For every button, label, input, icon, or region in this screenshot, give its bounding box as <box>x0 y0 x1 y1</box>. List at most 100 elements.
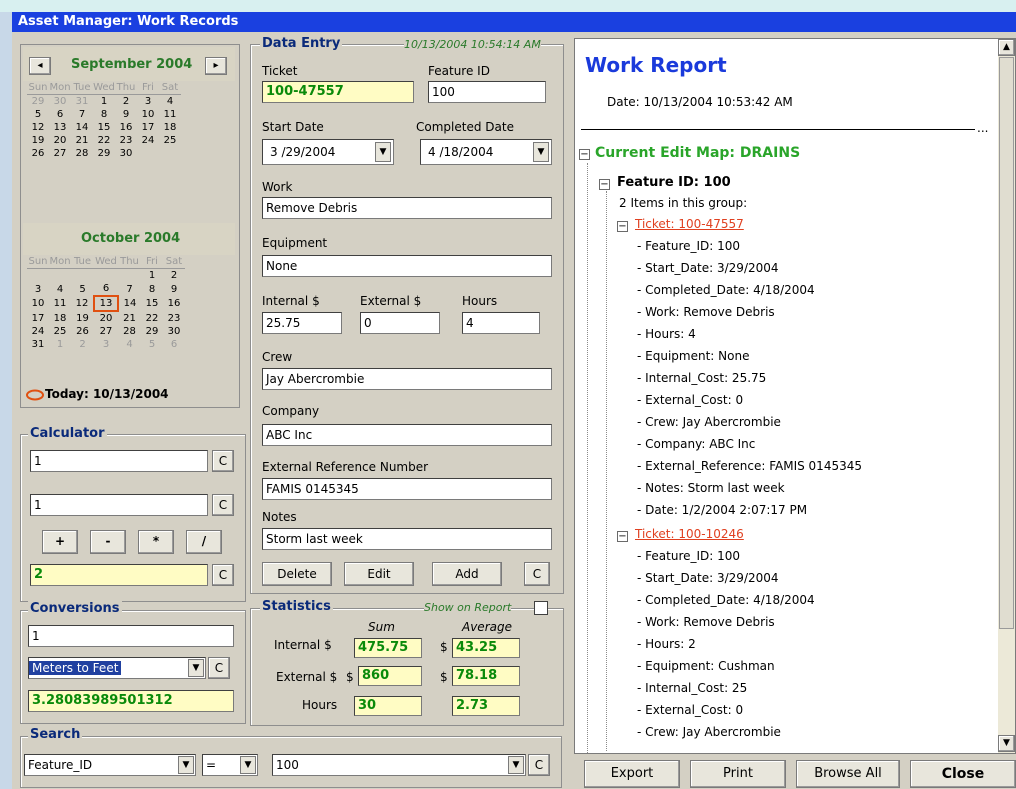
calendar-day[interactable]: 16 <box>115 121 137 134</box>
calendar-day[interactable]: 3 <box>137 95 159 109</box>
collapse-icon[interactable]: − <box>617 221 628 232</box>
calendar-day[interactable]: 17 <box>27 311 49 325</box>
export-button[interactable]: Export <box>584 760 680 788</box>
crew-field[interactable]: Jay Abercrombie <box>262 368 552 390</box>
add-operator-button[interactable]: + <box>42 530 78 554</box>
calendar-day[interactable]: 2 <box>115 95 137 109</box>
calculator-clear-2-button[interactable]: C <box>212 494 234 516</box>
calculator-clear-result-button[interactable]: C <box>212 564 234 586</box>
calendar-day[interactable]: 6 <box>163 338 185 351</box>
completed-date-picker[interactable]: 4 /18/2004 ▼ <box>420 139 552 165</box>
scroll-up-icon[interactable]: ▲ <box>998 39 1015 56</box>
feature-id-field[interactable]: 100 <box>428 81 546 103</box>
calendar-day[interactable]: 20 <box>94 311 118 325</box>
calendar-day[interactable]: 12 <box>71 296 94 311</box>
calendar-day[interactable]: 10 <box>137 108 159 121</box>
calendar-day[interactable]: 31 <box>27 338 49 351</box>
calendar-day[interactable]: 18 <box>159 121 181 134</box>
calendar-day[interactable]: 27 <box>49 147 71 160</box>
divide-operator-button[interactable]: / <box>186 530 222 554</box>
search-field-select[interactable]: Feature_ID ▼ <box>24 754 196 776</box>
calendar-day[interactable]: 8 <box>141 282 163 296</box>
calendar-day[interactable]: 12 <box>27 121 49 134</box>
data-entry-clear-button[interactable]: C <box>524 562 550 586</box>
calendar-day[interactable]: 1 <box>93 95 115 109</box>
calendar-day[interactable]: 21 <box>71 134 93 147</box>
multiply-operator-button[interactable]: * <box>138 530 174 554</box>
show-on-report-checkbox[interactable] <box>534 601 548 615</box>
calendar-day[interactable]: 19 <box>71 311 94 325</box>
calculator-field-1[interactable]: 1 <box>30 450 208 472</box>
search-clear-button[interactable]: C <box>528 754 550 776</box>
collapse-icon[interactable]: − <box>617 531 628 542</box>
calendar-day[interactable]: 1 <box>49 338 71 351</box>
calculator-field-2[interactable]: 1 <box>30 494 208 516</box>
equipment-field[interactable]: None <box>262 255 552 277</box>
calendar-day[interactable]: 29 <box>93 147 115 160</box>
calendar-day[interactable]: 3 <box>94 338 118 351</box>
internal-cost-field[interactable]: 25.75 <box>262 312 342 334</box>
calendar-day[interactable]: 1 <box>141 269 163 283</box>
conversion-type-select[interactable]: Meters to Feet ▼ <box>28 657 206 679</box>
chevron-down-icon[interactable]: ▼ <box>375 142 391 162</box>
calendar-day[interactable]: 20 <box>49 134 71 147</box>
calendar-day[interactable] <box>94 269 118 283</box>
conversion-input[interactable]: 1 <box>28 625 234 647</box>
calendar-day[interactable]: 9 <box>163 282 185 296</box>
hours-field[interactable]: 4 <box>462 312 540 334</box>
calculator-result[interactable]: 2 <box>30 564 208 586</box>
calendar-day[interactable]: 8 <box>93 108 115 121</box>
calendar-day[interactable]: 4 <box>49 282 71 296</box>
calendar-day[interactable]: 28 <box>71 147 93 160</box>
chevron-down-icon[interactable]: ▼ <box>188 659 204 677</box>
calendar-day[interactable]: 5 <box>141 338 163 351</box>
chevron-down-icon[interactable]: ▼ <box>178 756 194 774</box>
calendar-day[interactable]: 2 <box>163 269 185 283</box>
calendar-day[interactable]: 6 <box>94 282 118 296</box>
calendar-day[interactable]: 25 <box>159 134 181 147</box>
conversion-result[interactable]: 3.28083989501312 <box>28 690 234 712</box>
notes-field[interactable]: Storm last week <box>262 528 552 550</box>
calendar-day[interactable]: 28 <box>118 325 141 338</box>
calendar-day[interactable]: 30 <box>163 325 185 338</box>
calendar-day[interactable]: 9 <box>115 108 137 121</box>
print-button[interactable]: Print <box>690 760 786 788</box>
calendar-day[interactable]: 19 <box>27 134 49 147</box>
calendar-day[interactable]: 4 <box>159 95 181 109</box>
report-scrollbar[interactable]: ▲ ▼ <box>998 39 1015 753</box>
work-field[interactable]: Remove Debris <box>262 197 552 219</box>
calendar-day[interactable] <box>118 269 141 283</box>
calendar-day[interactable]: 30 <box>49 95 71 109</box>
calendar-day[interactable]: 15 <box>141 296 163 311</box>
conversion-clear-button[interactable]: C <box>208 657 230 679</box>
calendar-day[interactable]: 21 <box>118 311 141 325</box>
calendar-day[interactable] <box>137 147 159 160</box>
calendar-day[interactable]: 7 <box>71 108 93 121</box>
search-operator-select[interactable]: = ▼ <box>202 754 258 776</box>
chevron-down-icon[interactable]: ▼ <box>533 142 549 162</box>
calendar-day[interactable]: 26 <box>71 325 94 338</box>
search-value-input[interactable]: 100 ▼ <box>272 754 526 776</box>
calendar-day[interactable]: 13 <box>93 295 119 312</box>
calendar-day[interactable]: 15 <box>93 121 115 134</box>
next-month-button[interactable]: ▸ <box>205 57 227 75</box>
calendar-day[interactable]: 23 <box>115 134 137 147</box>
calendar-day[interactable]: 30 <box>115 147 137 160</box>
calendar-day[interactable]: 22 <box>93 134 115 147</box>
scroll-down-icon[interactable]: ▼ <box>998 735 1015 752</box>
scroll-thumb[interactable] <box>999 57 1014 629</box>
calendar-day[interactable]: 22 <box>141 311 163 325</box>
ticket-field[interactable]: 100-47557 <box>262 81 414 103</box>
calendar-day[interactable]: 7 <box>118 282 141 296</box>
calendar-day[interactable]: 17 <box>137 121 159 134</box>
calendar-day[interactable]: 10 <box>27 296 49 311</box>
calendar-day[interactable]: 11 <box>49 296 71 311</box>
calendar-day[interactable]: 31 <box>71 95 93 109</box>
add-button[interactable]: Add <box>432 562 502 586</box>
calendar-day[interactable]: 16 <box>163 296 185 311</box>
company-field[interactable]: ABC Inc <box>262 424 552 446</box>
calendar-day[interactable]: 5 <box>71 282 94 296</box>
calendar-day[interactable]: 24 <box>27 325 49 338</box>
calendar-day[interactable]: 3 <box>27 282 49 296</box>
chevron-down-icon[interactable]: ▼ <box>508 756 524 774</box>
